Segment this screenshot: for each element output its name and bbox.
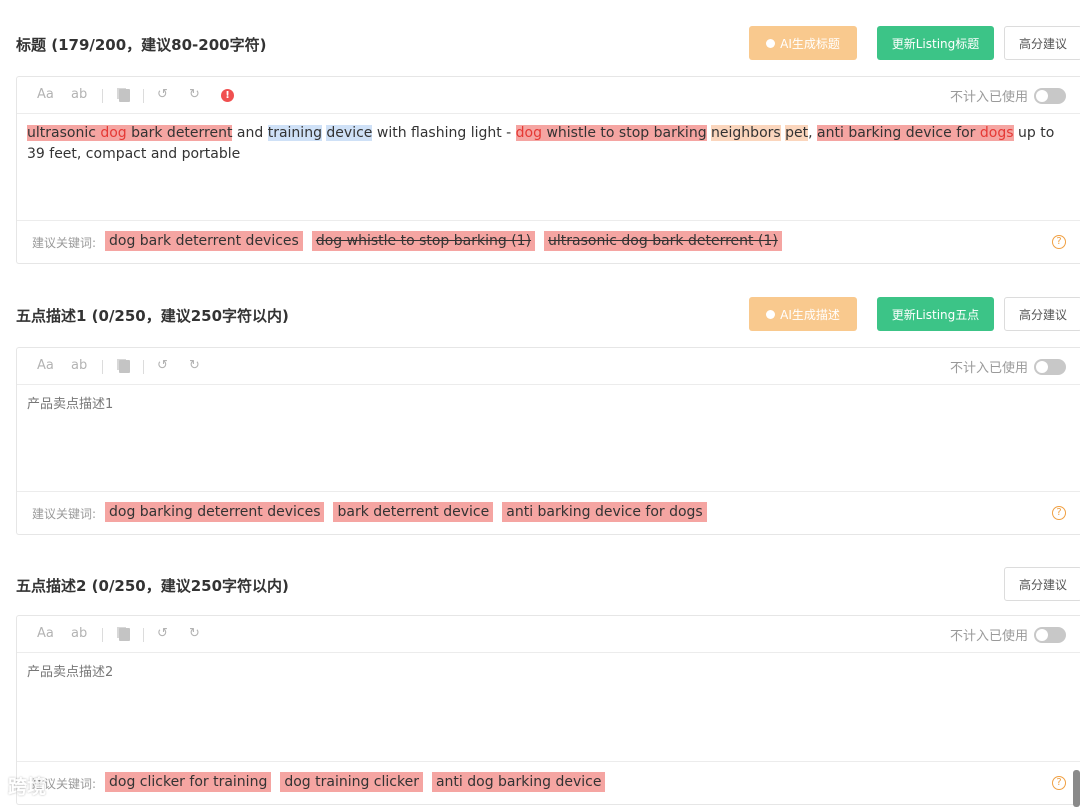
- toolbar-divider: [143, 89, 144, 103]
- exclude-toggle-group: 不计入已使用: [950, 625, 1066, 644]
- exclude-label: 不计入已使用: [949, 90, 1028, 105]
- keyword-row: 建议关键词: dog bark deterrent devices dog wh…: [17, 220, 1080, 263]
- title-segment: anti barking device for: [817, 125, 980, 141]
- error-icon[interactable]: !: [221, 89, 234, 102]
- keyword-tag[interactable]: dog barking deterrent devices: [105, 502, 325, 522]
- section-header: 五点描述2 (0/250，建议250字符以内) 高分建议: [0, 567, 1080, 603]
- toolbar-divider: [143, 628, 144, 642]
- exclude-toggle-group: 不计入已使用: [950, 357, 1066, 376]
- editor-toolbar: Aa ab ↺ ↻ 不计入已使用: [17, 616, 1080, 653]
- bullet2-section: 五点描述2 (0/250，建议250字符以内) 高分建议 Aa ab ↺ ↻ 不…: [0, 567, 1080, 807]
- section-header: 标题 (179/200，建议80-200字符) AI生成标题 更新Listing…: [0, 26, 1080, 62]
- update-listing-title-button[interactable]: 更新Listing标题: [877, 26, 994, 60]
- keyword-list: dog clicker for training dog training cl…: [105, 772, 614, 792]
- keyword-tag[interactable]: bark deterrent device: [333, 502, 494, 522]
- redo-icon[interactable]: ↻: [189, 358, 200, 373]
- title-segment: neighbors: [711, 125, 781, 141]
- undo-icon[interactable]: ↺: [157, 358, 168, 373]
- copy-icon[interactable]: [119, 360, 130, 373]
- title-segment: whistle to stop barking: [542, 125, 707, 141]
- title-segment: training: [267, 125, 322, 141]
- lowercase-button[interactable]: ab: [71, 358, 87, 373]
- keyword-tag[interactable]: ultrasonic dog bark deterrent (1): [544, 231, 782, 251]
- title-segment: bark deterrent: [126, 125, 233, 141]
- redo-icon[interactable]: ↻: [189, 626, 200, 641]
- editor-toolbar: Aa ab ↺ ↻ 不计入已使用: [17, 348, 1080, 385]
- section-title: 五点描述1 (0/250，建议250字符以内): [16, 307, 289, 325]
- undo-icon[interactable]: ↺: [157, 626, 168, 641]
- keyword-list: dog barking deterrent devices bark deter…: [105, 502, 716, 522]
- title-segment: pet: [785, 125, 809, 141]
- high-score-suggestion-button[interactable]: 高分建议: [1004, 567, 1080, 601]
- bulb-icon: [766, 309, 776, 319]
- exclude-toggle-group: 不计入已使用: [950, 86, 1066, 105]
- exclude-label: 不计入已使用: [949, 629, 1028, 644]
- toolbar-divider: [102, 360, 103, 374]
- redo-icon[interactable]: ↻: [189, 87, 200, 102]
- title-text[interactable]: ultrasonic dog bark deterrent and traini…: [27, 123, 1058, 165]
- editor-toolbar: Aa ab ↺ ↻ ! 不计入已使用: [17, 77, 1080, 114]
- keyword-row: 建议关键词: dog barking deterrent devices bar…: [17, 491, 1080, 534]
- keyword-tag[interactable]: dog clicker for training: [105, 772, 272, 792]
- keyword-tag[interactable]: dog bark deterrent devices: [105, 231, 303, 251]
- title-section: 标题 (179/200，建议80-200字符) AI生成标题 更新Listing…: [0, 26, 1080, 264]
- bullet2-placeholder[interactable]: 产品卖点描述2: [27, 662, 1058, 683]
- help-icon[interactable]: ?: [1052, 506, 1066, 520]
- ai-generate-description-button[interactable]: AI生成描述: [749, 297, 857, 331]
- copy-icon[interactable]: [119, 628, 130, 641]
- watermark-logo: 跨境: [8, 776, 47, 798]
- keywords-label: 建议关键词:: [32, 236, 97, 250]
- keyword-list: dog bark deterrent devices dog whistle t…: [105, 231, 791, 251]
- uppercase-button[interactable]: Aa: [37, 87, 54, 102]
- undo-icon[interactable]: ↺: [157, 87, 168, 102]
- toolbar-divider: [102, 628, 103, 642]
- title-segment: and: [232, 125, 268, 141]
- title-segment: dog: [515, 125, 543, 141]
- title-editor[interactable]: Aa ab ↺ ↻ ! 不计入已使用 ultrasonic dog bark d…: [16, 76, 1080, 264]
- bullet1-editor[interactable]: Aa ab ↺ ↻ 不计入已使用 产品卖点描述1 建议关键词: dog bark…: [16, 347, 1080, 535]
- toolbar-divider: [102, 89, 103, 103]
- title-segment: device: [326, 125, 373, 141]
- title-segment: ,: [808, 125, 818, 141]
- exclude-toggle[interactable]: [1034, 87, 1066, 104]
- uppercase-button[interactable]: Aa: [37, 626, 54, 641]
- bulb-icon: [766, 38, 776, 48]
- section-header: 五点描述1 (0/250，建议250字符以内) AI生成描述 更新Listing…: [0, 297, 1080, 333]
- lowercase-button[interactable]: ab: [71, 87, 87, 102]
- high-score-suggestion-button[interactable]: 高分建议: [1004, 26, 1080, 60]
- exclude-toggle[interactable]: [1034, 358, 1066, 375]
- keyword-tag[interactable]: anti barking device for dogs: [502, 502, 707, 522]
- keyword-tag[interactable]: anti dog barking device: [431, 772, 606, 792]
- high-score-suggestion-button[interactable]: 高分建议: [1004, 297, 1080, 331]
- update-listing-bullets-button[interactable]: 更新Listing五点: [877, 297, 994, 331]
- lowercase-button[interactable]: ab: [71, 626, 87, 641]
- exclude-toggle[interactable]: [1034, 626, 1066, 643]
- copy-icon[interactable]: [119, 89, 130, 102]
- help-icon[interactable]: ?: [1052, 776, 1066, 790]
- section-title: 标题 (179/200，建议80-200字符): [16, 36, 267, 54]
- exclude-label: 不计入已使用: [949, 361, 1028, 376]
- title-segment: dogs: [979, 125, 1014, 141]
- keyword-row: 建议关键词: dog clicker for training dog trai…: [17, 761, 1080, 804]
- keyword-tag[interactable]: dog whistle to stop barking (1): [311, 231, 536, 251]
- uppercase-button[interactable]: Aa: [37, 358, 54, 373]
- title-segment: with flashing light -: [372, 125, 516, 141]
- keywords-label: 建议关键词:: [32, 507, 97, 521]
- title-segment: ultrasonic: [27, 125, 101, 141]
- bullet1-placeholder[interactable]: 产品卖点描述1: [27, 394, 1058, 415]
- section-title: 五点描述2 (0/250，建议250字符以内): [16, 577, 289, 595]
- toolbar-divider: [143, 360, 144, 374]
- help-icon[interactable]: ?: [1052, 235, 1066, 249]
- title-segment: dog: [100, 125, 127, 141]
- bullet2-editor[interactable]: Aa ab ↺ ↻ 不计入已使用 产品卖点描述2 建议关键词: dog clic…: [16, 615, 1080, 805]
- bullet1-section: 五点描述1 (0/250，建议250字符以内) AI生成描述 更新Listing…: [0, 297, 1080, 535]
- scrollbar-thumb[interactable]: [1073, 770, 1080, 807]
- keyword-tag[interactable]: dog training clicker: [280, 772, 423, 792]
- ai-generate-title-button[interactable]: AI生成标题: [749, 26, 857, 60]
